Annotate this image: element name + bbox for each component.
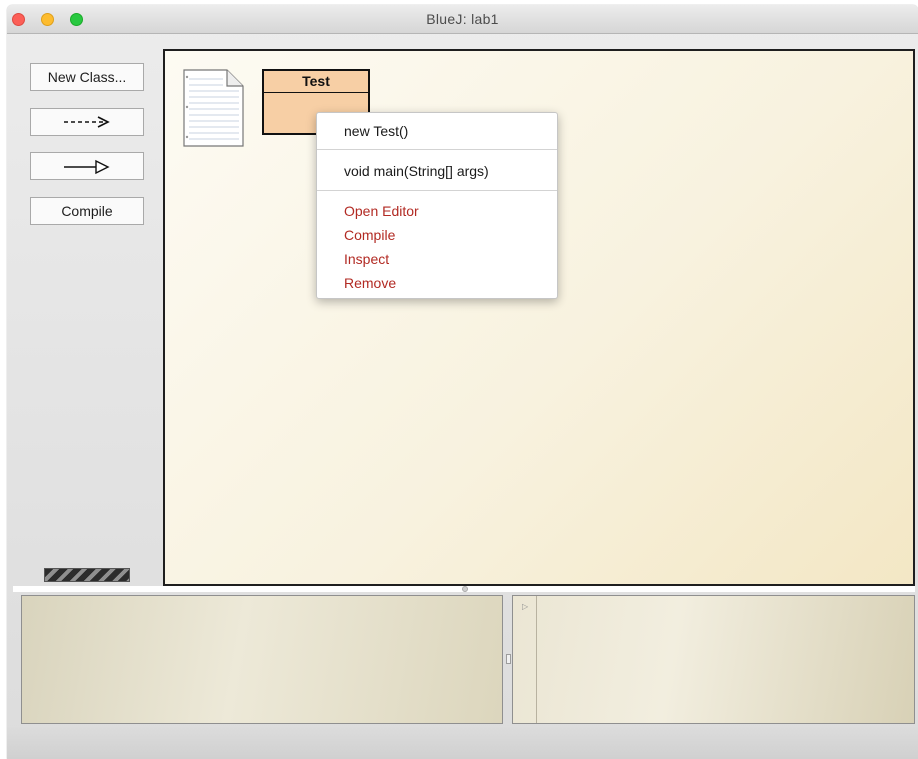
title-bar[interactable]: BlueJ: lab1 bbox=[7, 5, 918, 34]
dashed-arrow-icon bbox=[64, 116, 110, 128]
compile-button[interactable]: Compile bbox=[30, 197, 144, 225]
code-pad[interactable]: ▷ bbox=[512, 595, 915, 724]
code-pad-gutter: ▷ bbox=[513, 596, 537, 723]
menu-item-compile[interactable]: Compile bbox=[344, 227, 395, 243]
hollow-arrow-icon bbox=[64, 159, 110, 175]
split-handle[interactable] bbox=[506, 654, 511, 664]
class-name: Test bbox=[264, 71, 368, 93]
window-title: BlueJ: lab1 bbox=[426, 11, 499, 27]
bluej-window: BlueJ: lab1 New Class... Compile Test ne… bbox=[7, 5, 918, 759]
object-bench[interactable] bbox=[21, 595, 503, 724]
menu-item-open-editor[interactable]: Open Editor bbox=[344, 203, 419, 219]
menu-separator bbox=[317, 149, 557, 150]
new-class-button[interactable]: New Class... bbox=[30, 63, 144, 91]
prompt-arrow-icon: ▷ bbox=[522, 602, 529, 611]
menu-item-main-method[interactable]: void main(String[] args) bbox=[344, 163, 489, 179]
activity-indicator bbox=[44, 568, 130, 582]
inheritance-arrow-button[interactable] bbox=[30, 152, 144, 180]
menu-item-inspect[interactable]: Inspect bbox=[344, 251, 389, 267]
menu-separator bbox=[317, 190, 557, 191]
menu-item-new-test[interactable]: new Test() bbox=[344, 123, 408, 139]
class-context-menu: new Test() void main(String[] args) Open… bbox=[316, 112, 558, 299]
menu-item-remove[interactable]: Remove bbox=[344, 275, 396, 291]
readme-document-icon[interactable] bbox=[183, 69, 245, 152]
status-bar bbox=[7, 727, 918, 759]
divider-handle[interactable] bbox=[462, 586, 468, 592]
class-diagram-canvas[interactable]: Test new Test() void main(String[] args)… bbox=[163, 49, 915, 586]
dependency-arrow-button[interactable] bbox=[30, 108, 144, 136]
